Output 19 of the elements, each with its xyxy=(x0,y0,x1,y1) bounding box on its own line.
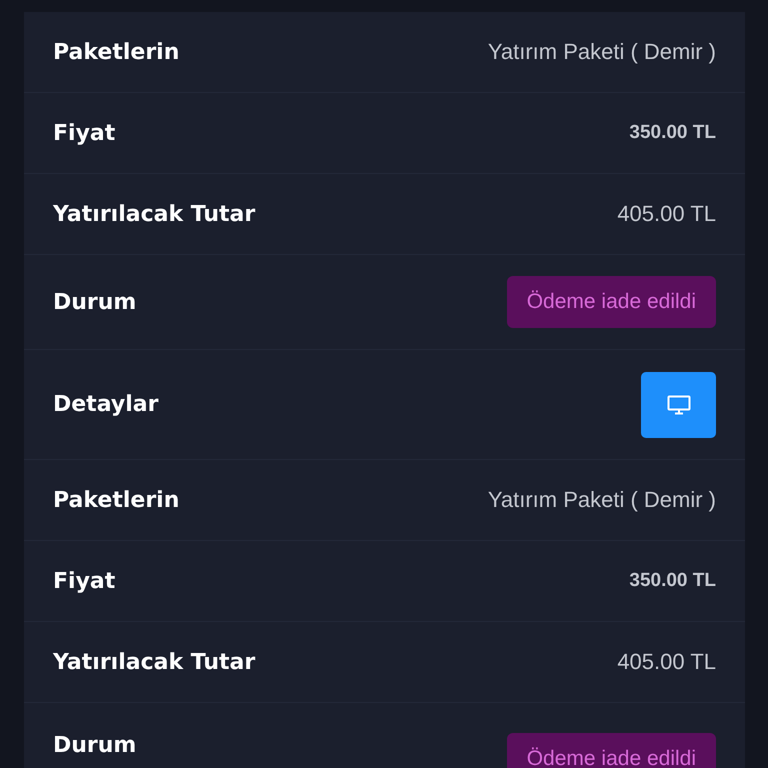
details-button[interactable] xyxy=(641,372,716,438)
row-label: Durum xyxy=(53,733,136,758)
row-value: Yatırım Paketi ( Demir ) xyxy=(488,487,716,513)
row-label: Yatırılacak Tutar xyxy=(53,650,256,674)
row-value: 405.00 TL xyxy=(617,201,716,227)
row-label: Durum xyxy=(53,290,136,314)
status-badge: Ödeme iade edildi xyxy=(506,733,716,768)
monitor-icon xyxy=(666,394,690,414)
row-value: Yatırım Paketi ( Demir ) xyxy=(488,39,716,65)
row-label: Yatırılacak Tutar xyxy=(53,202,256,226)
row-label: Paketlerin xyxy=(53,40,180,64)
price-value: 350.00 TL xyxy=(629,570,716,592)
price-value: 350.00 TL xyxy=(629,122,716,144)
row-label: Detaylar xyxy=(53,392,158,417)
row-value: 405.00 TL xyxy=(617,649,716,675)
row-label: Paketlerin xyxy=(53,488,180,512)
status-badge: Ödeme iade edildi xyxy=(506,276,716,328)
row-label: Fiyat xyxy=(53,568,116,594)
row-label: Fiyat xyxy=(53,120,116,146)
